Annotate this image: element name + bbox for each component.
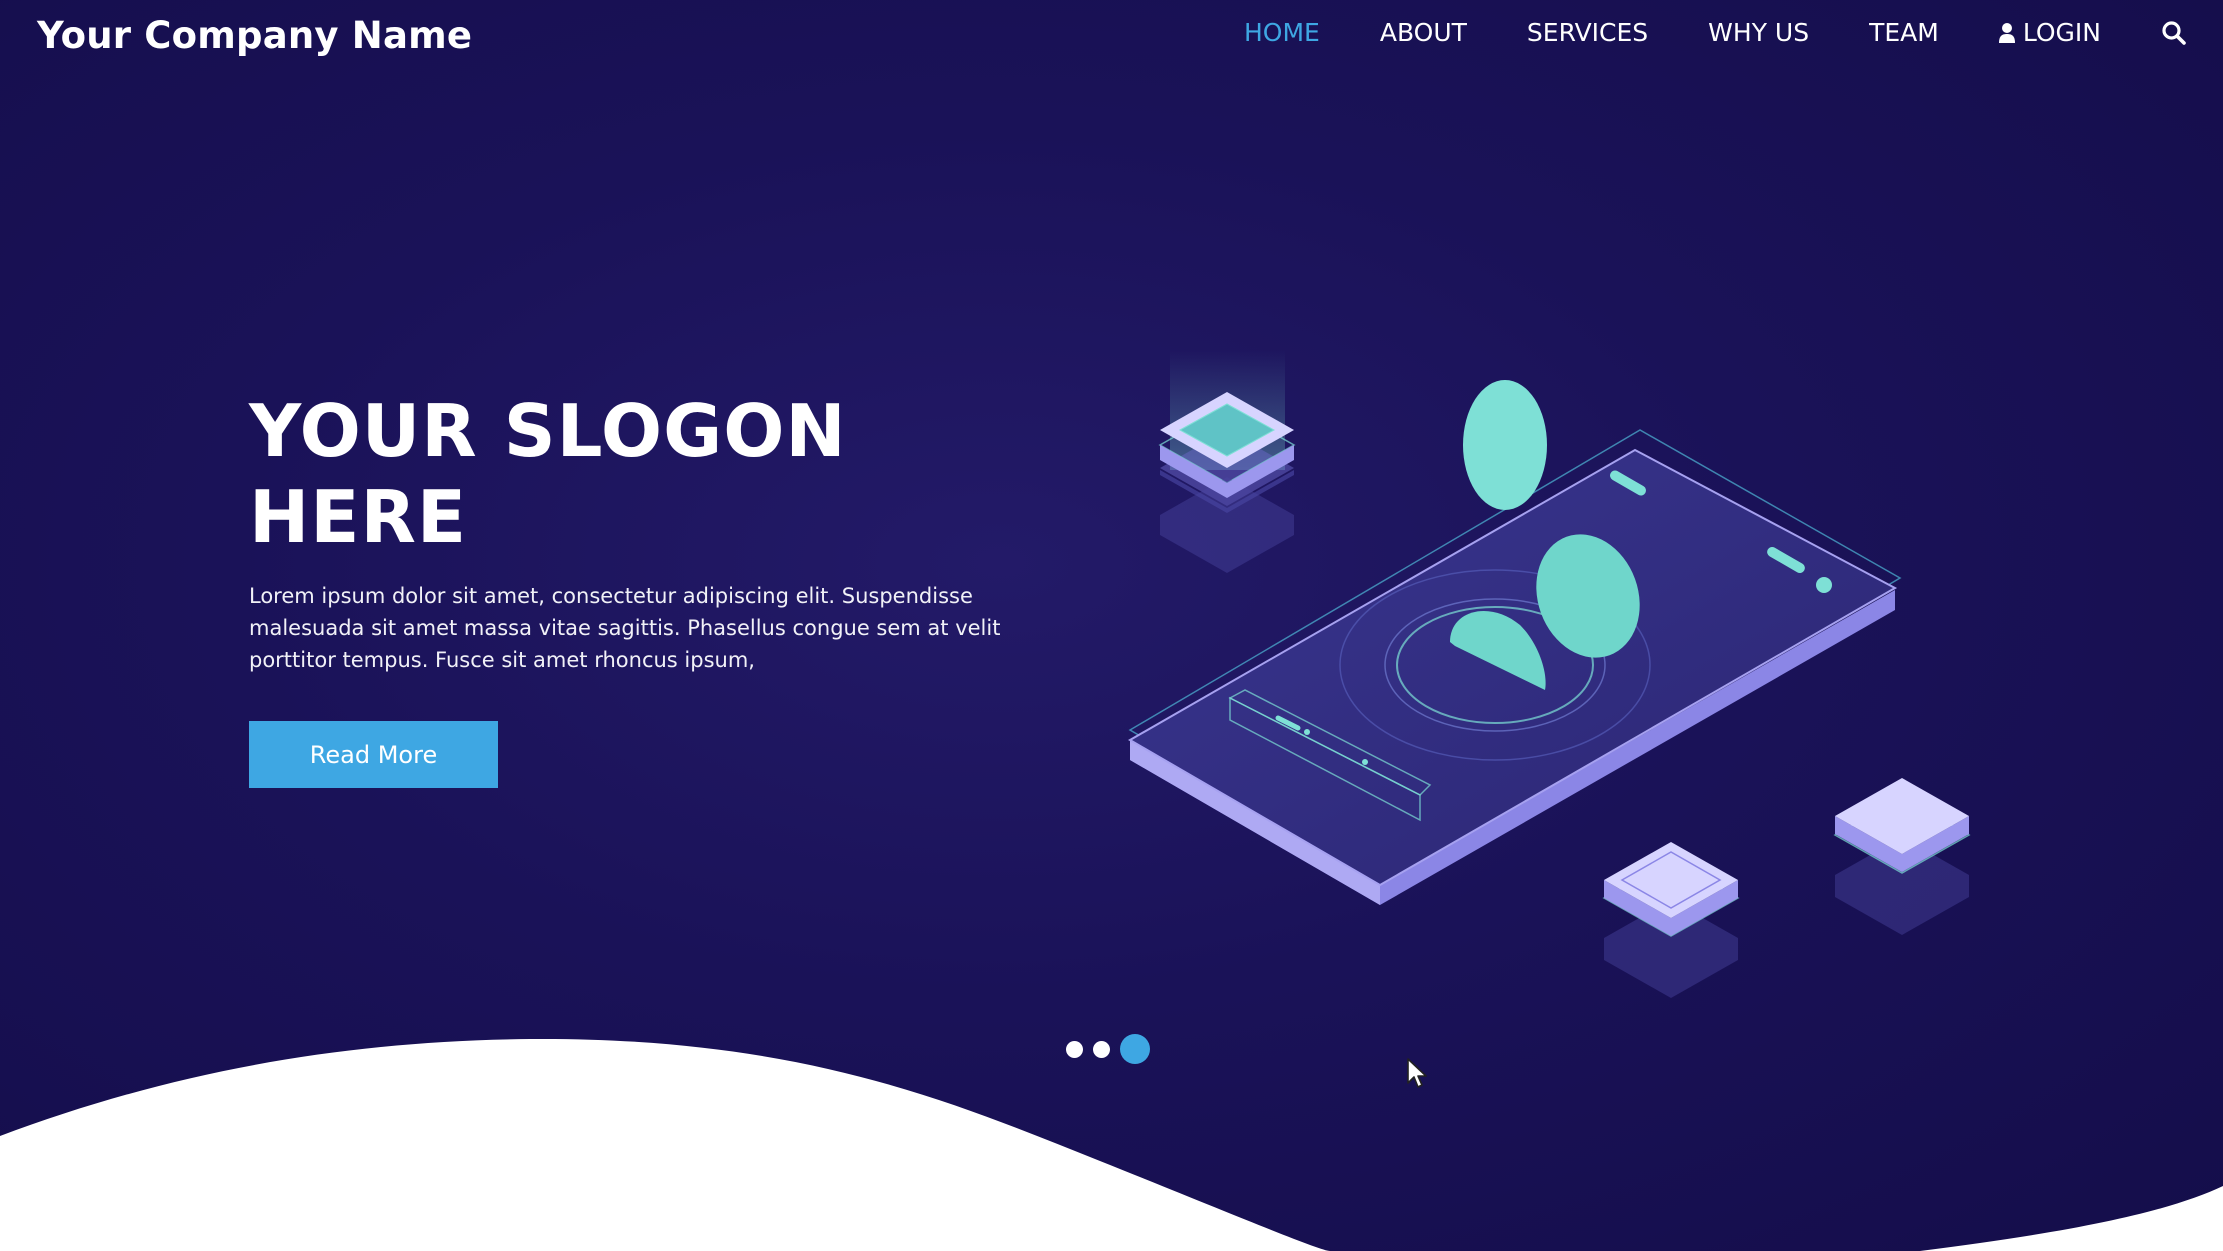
hero-title-line-2: HERE: [249, 475, 468, 559]
read-more-button[interactable]: Read More: [249, 721, 498, 788]
nav-item-team[interactable]: TEAM: [1869, 18, 1939, 47]
user-icon: [1998, 22, 2015, 43]
top-navigation: Your Company Name HOME ABOUT SERVICES WH…: [0, 0, 2223, 76]
mouse-cursor-icon: [1407, 1058, 1427, 1088]
bottom-wave-divider: [0, 1038, 2223, 1251]
hero-title-line-1: YOUR SLOGON: [249, 389, 847, 473]
login-link[interactable]: LOGIN: [1998, 18, 2101, 47]
search-button[interactable]: [2161, 20, 2187, 46]
isometric-phone-illustration: [1127, 350, 1971, 998]
nav-item-services[interactable]: SERVICES: [1527, 18, 1648, 47]
nav-menu: HOME ABOUT SERVICES WHY US TEAM LOGIN: [1244, 18, 2187, 47]
nav-item-why-us[interactable]: WHY US: [1708, 18, 1809, 47]
company-name-logo[interactable]: Your Company Name: [37, 14, 472, 57]
login-label: LOGIN: [2022, 18, 2101, 47]
nav-item-home[interactable]: HOME: [1244, 18, 1320, 47]
search-icon: [2162, 20, 2186, 45]
hero-description: Lorem ipsum dolor sit amet, consectetur …: [249, 584, 1001, 672]
hero-title: YOUR SLOGON HERE: [249, 388, 1149, 560]
nav-item-about[interactable]: ABOUT: [1380, 18, 1467, 47]
